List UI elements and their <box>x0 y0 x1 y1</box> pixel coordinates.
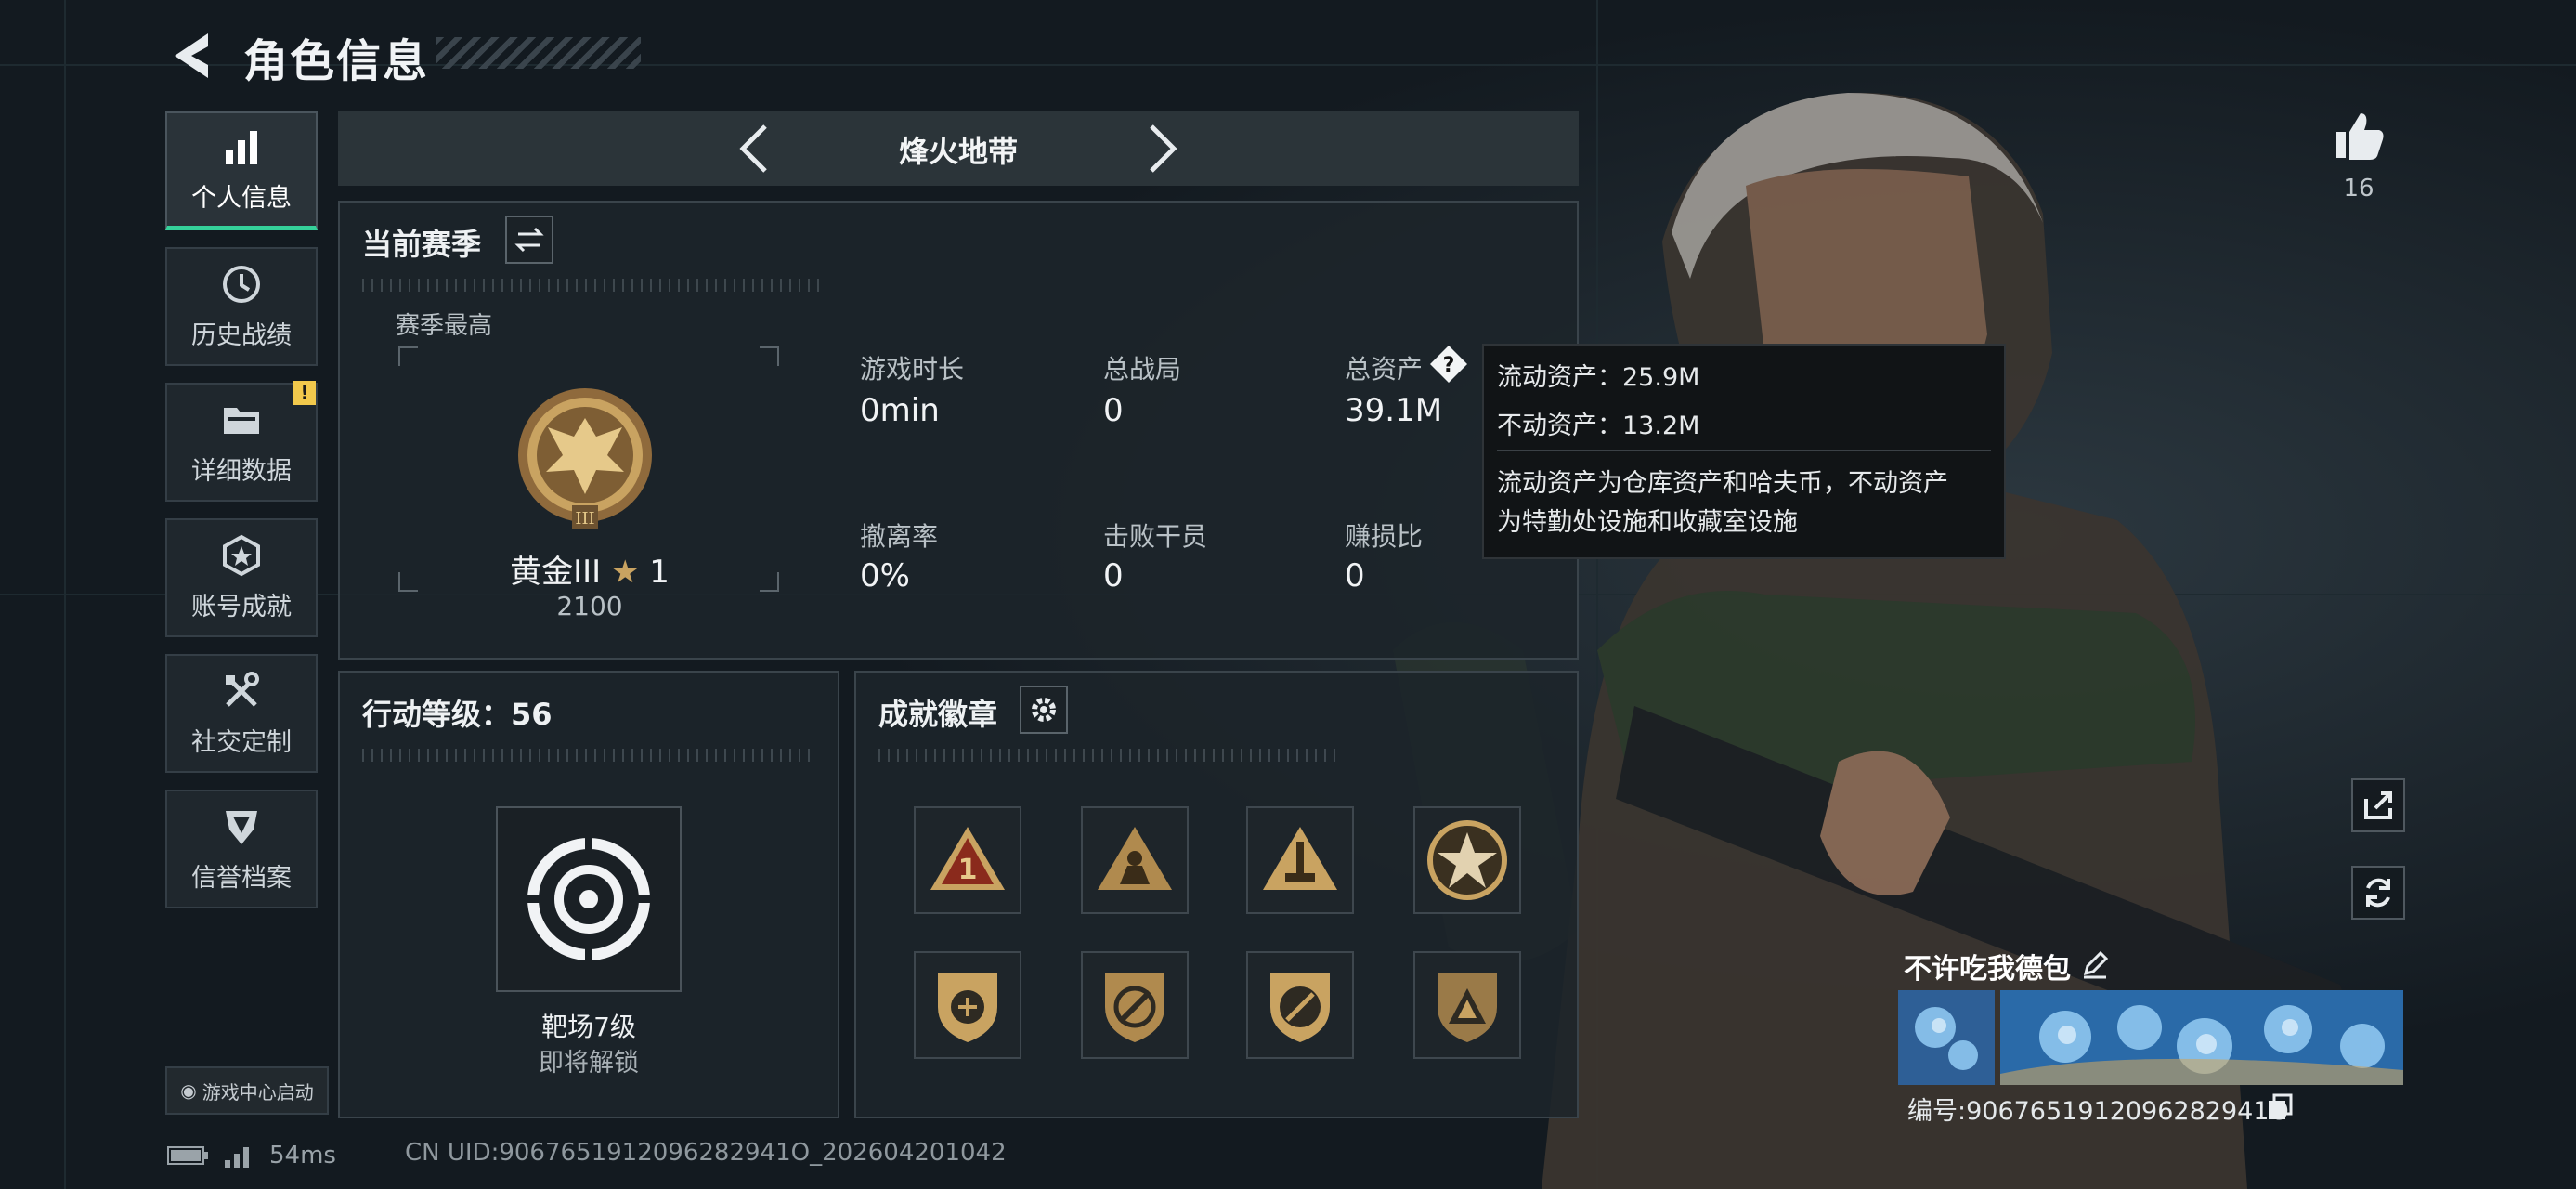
page-title: 角色信息 <box>243 35 430 87</box>
rank-score: 2100 <box>556 591 623 621</box>
rocket-triangle-badge-icon[interactable] <box>1246 806 1354 914</box>
help-icon[interactable]: ? <box>1428 344 1469 385</box>
switch-season-button[interactable] <box>505 216 553 264</box>
sidebar-item-achievements[interactable]: 账号成就 <box>165 518 318 637</box>
copy-icon[interactable] <box>2266 1092 2294 1120</box>
star-badge-icon[interactable] <box>1413 806 1521 914</box>
rotate-button[interactable] <box>2351 866 2405 920</box>
sidebar-item-label: 历史战绩 <box>191 320 292 350</box>
rank-name: 黄金III ★ 1 <box>409 546 771 592</box>
rank-stars: 1 <box>649 554 670 591</box>
stat-label: 总战局 <box>1103 354 1182 385</box>
achievement-title: 成就徽章 <box>878 697 998 732</box>
season-title: 当前赛季 <box>362 227 482 262</box>
signal-icon <box>225 1147 249 1168</box>
tooltip-fixed-assets: 不动资产：13.2M <box>1497 412 1700 440</box>
rotate-icon <box>2366 878 2390 908</box>
shield-circle-badge-icon[interactable] <box>1246 951 1354 1059</box>
clock-icon <box>223 265 260 303</box>
sidebar-item-social[interactable]: 社交定制 <box>165 654 318 773</box>
ping-text: 54ms <box>269 1142 336 1169</box>
player-id: 编号:9067651912096282941O <box>1907 1097 2289 1126</box>
divider-ticks <box>878 749 1343 762</box>
svg-text:1: 1 <box>958 854 978 886</box>
stat-value: 0min <box>860 392 940 429</box>
shield-slash-badge-icon[interactable] <box>1081 951 1189 1059</box>
like-count: 16 <box>2343 175 2374 203</box>
stat-label: 游戏时长 <box>860 354 965 385</box>
sidebar-item-label: 社交定制 <box>191 727 292 757</box>
level-name: 靶场7级 <box>541 1012 636 1042</box>
status-bar: 54ms <box>167 1139 336 1172</box>
share-button[interactable] <box>2351 778 2405 832</box>
sidebar-item-label: 账号成就 <box>191 592 292 621</box>
stat-label: 撤离率 <box>860 521 939 552</box>
action-level-title: 行动等级：56 <box>362 697 553 732</box>
squad-triangle-badge-icon[interactable] <box>1081 806 1189 914</box>
shield-triangle-badge-icon[interactable] <box>1413 951 1521 1059</box>
player-name: 不许吃我德包 <box>1904 953 2071 986</box>
sidebar-item-personal-info[interactable]: 个人信息 <box>165 111 318 230</box>
achievement-settings-button[interactable] <box>1020 686 1068 734</box>
sidebar-item-history[interactable]: 历史战绩 <box>165 247 318 366</box>
shooting-range-card[interactable] <box>496 806 682 992</box>
triangle-1-badge-icon[interactable]: 1 <box>914 806 1021 914</box>
stat-label: 赚损比 <box>1345 521 1424 552</box>
edit-pencil-icon[interactable] <box>2080 949 2110 979</box>
season-best-label: 赛季最高 <box>396 312 493 340</box>
name-card-banner[interactable] <box>1898 990 2403 1085</box>
qq-icon: ◉ <box>180 1079 197 1102</box>
launch-label: 游戏中心启动 <box>202 1080 314 1104</box>
folder-icon <box>224 407 259 434</box>
tooltip-liquid-assets: 流动资产：25.9M <box>1497 363 1700 392</box>
achievement-icon <box>223 534 260 576</box>
thumbs-up-icon[interactable] <box>2331 108 2387 163</box>
svg-text:III: III <box>575 509 594 529</box>
stat-value: 0 <box>1103 392 1124 429</box>
rank-tier: 黄金III <box>510 554 602 591</box>
target-icon <box>522 832 656 966</box>
back-arrow-icon[interactable] <box>167 28 219 84</box>
gear-icon <box>1032 698 1056 722</box>
credit-shield-icon <box>226 810 257 844</box>
chevron-left-icon[interactable] <box>735 121 773 176</box>
share-icon <box>2364 791 2392 819</box>
divider-ticks <box>362 279 826 292</box>
sidebar-item-label: 信誉档案 <box>191 863 292 893</box>
divider-ticks <box>362 749 813 762</box>
mode-name: 烽火地带 <box>898 134 1018 169</box>
bar-chart-icon <box>226 131 257 164</box>
stat-label: 总资产 <box>1345 354 1424 385</box>
tooltip-divider <box>1497 450 1991 451</box>
game-center-launch-button[interactable]: ◉ 游戏中心启动 <box>165 1066 329 1115</box>
tools-icon <box>226 671 259 707</box>
uid-text: CN UID:9067651912096282941O_202604201042 <box>405 1139 1007 1167</box>
sidebar-item-label: 详细数据 <box>191 456 292 486</box>
title-decoration <box>436 37 641 69</box>
shield-wings-badge-icon[interactable] <box>914 951 1021 1059</box>
svg-text:?: ? <box>1443 354 1455 377</box>
tooltip-description-1: 流动资产为仓库资产和哈夫币，不动资产 <box>1497 469 1948 498</box>
gold-rank-emblem-icon: III <box>518 388 652 529</box>
stat-value: 0% <box>860 557 910 594</box>
tooltip-description-2: 为特勤处设施和收藏室设施 <box>1497 508 1798 537</box>
swap-arrows-icon <box>514 227 544 253</box>
stat-label: 击败干员 <box>1103 521 1208 552</box>
battery-icon <box>167 1146 208 1165</box>
sidebar-item-label: 个人信息 <box>191 184 292 213</box>
level-status: 即将解锁 <box>539 1049 639 1078</box>
alert-badge: ! <box>293 381 316 405</box>
star-icon: ★ <box>610 554 640 591</box>
stat-value: 39.1M <box>1345 392 1443 429</box>
stat-value: 0 <box>1345 557 1365 594</box>
stat-value: 0 <box>1103 557 1124 594</box>
chevron-right-icon[interactable] <box>1144 121 1181 176</box>
sidebar-item-credit[interactable]: 信誉档案 <box>165 790 318 908</box>
